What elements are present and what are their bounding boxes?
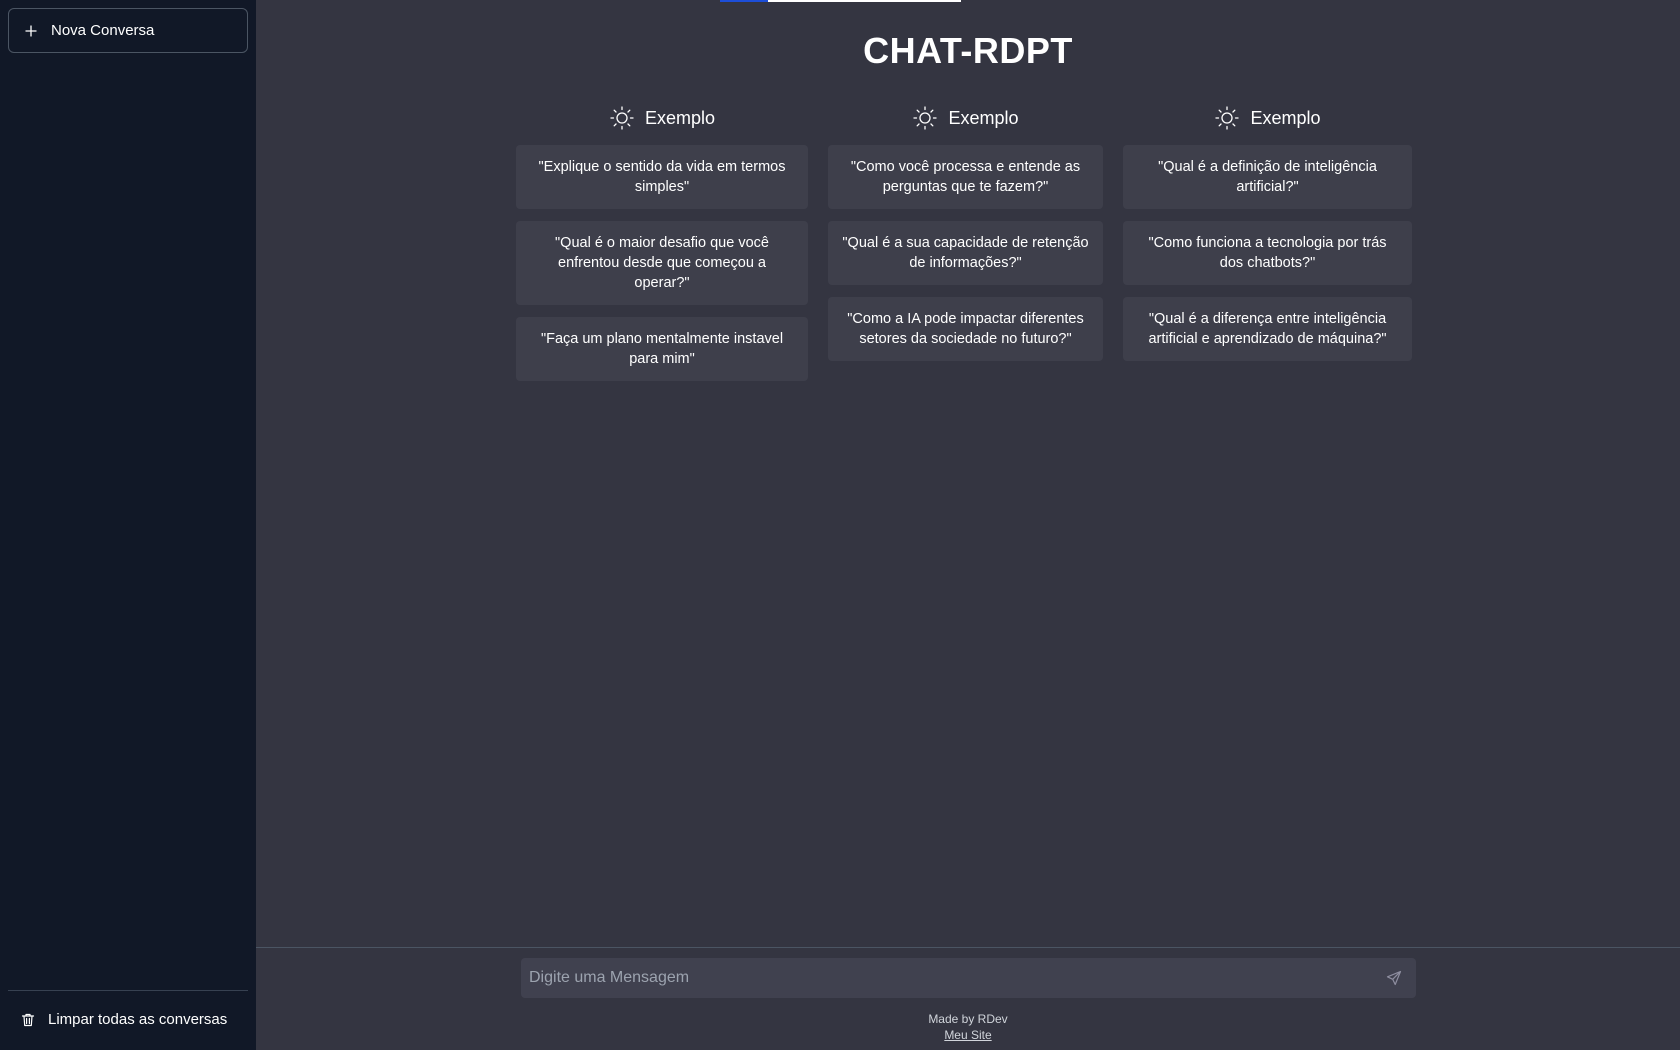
my-site-link[interactable]: Meu Site [944,1028,991,1042]
sun-icon [1214,105,1240,131]
message-input-wrapper [521,958,1416,998]
sidebar: Nova Conversa Limpar todas as conversas [0,0,256,1050]
column-heading-label: Exemplo [948,107,1019,128]
column-heading: Exemplo [516,103,808,133]
loading-progress-fill [720,0,769,2]
sun-icon [912,105,938,131]
sun-icon [609,105,635,131]
example-card[interactable]: "Como você processa e entende as pergunt… [828,145,1103,209]
example-card[interactable]: "Qual é o maior desafio que você enfrent… [516,221,808,305]
message-input[interactable] [521,958,1416,998]
examples-column-2: Exemplo "Como você processa e entende as… [828,103,1103,361]
clear-conversations-button[interactable]: Limpar todas as conversas [20,1011,227,1028]
credits: Made by RDev Meu Site [256,1011,1680,1043]
examples-column-1: Exemplo "Explique o sentido da vida em t… [516,103,808,381]
column-heading: Exemplo [828,103,1103,133]
app-root: Nova Conversa Limpar todas as conversas … [0,0,1680,1050]
sidebar-footer: Limpar todas as conversas [8,990,248,1050]
example-card[interactable]: "Explique o sentido da vida em termos si… [516,145,808,209]
column-heading-label: Exemplo [644,107,716,128]
plus-icon [23,23,39,39]
example-card[interactable]: "Qual é a sua capacidade de retenção de … [828,221,1103,285]
page-title: CHAT-RDPT [863,30,1073,71]
examples-column-3: Exemplo "Qual é a definição de inteligên… [1123,103,1412,361]
send-icon[interactable] [1386,970,1402,986]
example-card[interactable]: "Qual é a definição de inteligência arti… [1123,145,1412,209]
clear-conversations-label: Limpar todas as conversas [48,1011,228,1028]
trash-icon [20,1012,36,1028]
composer-area: Made by RDev Meu Site [256,947,1680,1050]
example-card[interactable]: "Como a IA pode impactar diferentes seto… [828,297,1103,361]
new-chat-button[interactable]: Nova Conversa [8,8,248,53]
example-card[interactable]: "Como funciona a tecnologia por trás dos… [1123,221,1412,285]
column-heading-label: Exemplo [1250,107,1321,128]
new-chat-label: Nova Conversa [51,22,155,39]
main-area: CHAT-RDPT Exemplo "Explique o sentido da… [256,0,1680,1050]
made-by-text: Made by RDev [928,1012,1008,1026]
column-heading: Exemplo [1123,103,1412,133]
example-card[interactable]: "Faça um plano mentalmente instavel para… [516,317,808,381]
loading-progress-bar [720,0,961,2]
example-card[interactable]: "Qual é a diferença entre inteligência a… [1123,297,1412,361]
